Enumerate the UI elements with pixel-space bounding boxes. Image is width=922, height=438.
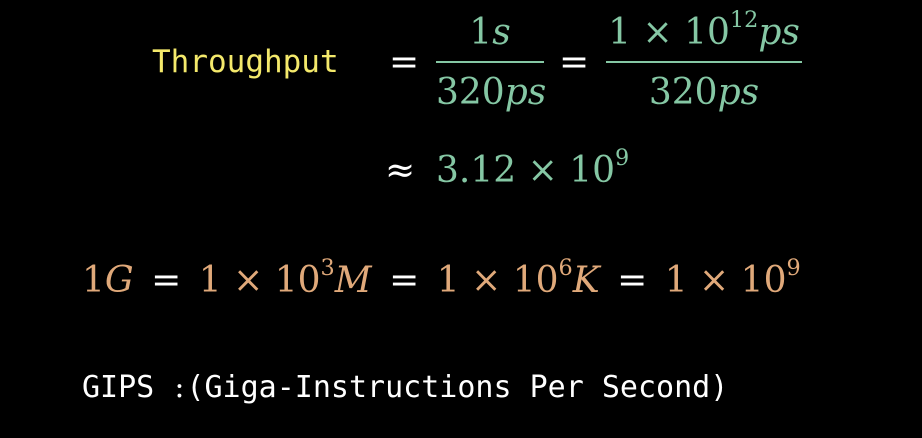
fraction-2-numerator: 1 × 1012ps xyxy=(606,9,802,53)
throughput-result: 3.12 × 109 xyxy=(436,145,629,191)
result-value: 3.12 xyxy=(436,150,517,191)
k-unit: K xyxy=(572,260,600,301)
k-exponent: 6 xyxy=(558,255,573,282)
end-coef: 1 xyxy=(664,260,688,301)
denominator-unit: ps xyxy=(717,72,760,113)
result-base: 10 xyxy=(569,150,616,191)
end-base: 10 xyxy=(740,260,787,301)
denominator-value: 320 xyxy=(648,72,718,113)
fraction-1s-over-320ps: 1s 320ps xyxy=(436,15,547,113)
fraction-1-numerator: 1s xyxy=(436,15,544,51)
equals-sign: = xyxy=(389,260,420,301)
unit-prefix-equation: 1G = 1 × 103M = 1 × 106K = 1 × 109 xyxy=(82,255,801,301)
numerator-base: 10 xyxy=(684,12,730,53)
g-coef: 1 xyxy=(82,260,105,301)
throughput-label: Throughput xyxy=(152,44,339,80)
k-coef: 1 xyxy=(436,260,460,301)
denominator-value: 320 xyxy=(436,72,505,113)
numerator-exponent: 12 xyxy=(729,7,759,34)
m-coef: 1 xyxy=(198,260,222,301)
equals-sign: = xyxy=(617,260,648,301)
equals-sign-2: = xyxy=(559,42,590,83)
m-exponent: 3 xyxy=(320,255,335,282)
gips-label: GIPS xyxy=(82,370,155,405)
gips-colon: : xyxy=(174,370,185,405)
times-sign: × xyxy=(699,260,730,301)
fraction-1-denominator: 320ps xyxy=(436,72,547,113)
numerator-coef: 1 xyxy=(608,12,632,53)
k-base: 10 xyxy=(512,260,559,301)
numerator-unit: ps xyxy=(758,12,800,53)
times-sign: × xyxy=(233,260,264,301)
approx-sign: ≈ xyxy=(385,150,416,191)
numerator-value: 1 xyxy=(469,12,493,53)
denominator-unit: ps xyxy=(504,72,547,113)
m-base: 10 xyxy=(274,260,321,301)
times-sign: × xyxy=(471,260,502,301)
numerator-unit: s xyxy=(492,12,511,53)
equals-sign-1: = xyxy=(389,42,420,83)
m-unit: M xyxy=(334,260,372,301)
fraction-2-denominator: 320ps xyxy=(606,75,802,111)
times-sign: × xyxy=(527,150,558,191)
gips-definition: GIPS :(Giga-Instructions Per Second) xyxy=(82,370,728,405)
fraction-2-bar xyxy=(606,61,802,63)
fraction-1e12ps-over-320ps: 1 × 1012ps 320ps xyxy=(606,9,802,111)
equals-sign: = xyxy=(151,260,182,301)
gips-description: (Giga-Instructions Per Second) xyxy=(186,370,729,405)
g-unit: G xyxy=(104,260,134,301)
result-exponent: 9 xyxy=(615,145,630,172)
end-exponent: 9 xyxy=(786,255,801,282)
times-sign: × xyxy=(642,12,673,53)
fraction-1-bar xyxy=(436,61,544,63)
